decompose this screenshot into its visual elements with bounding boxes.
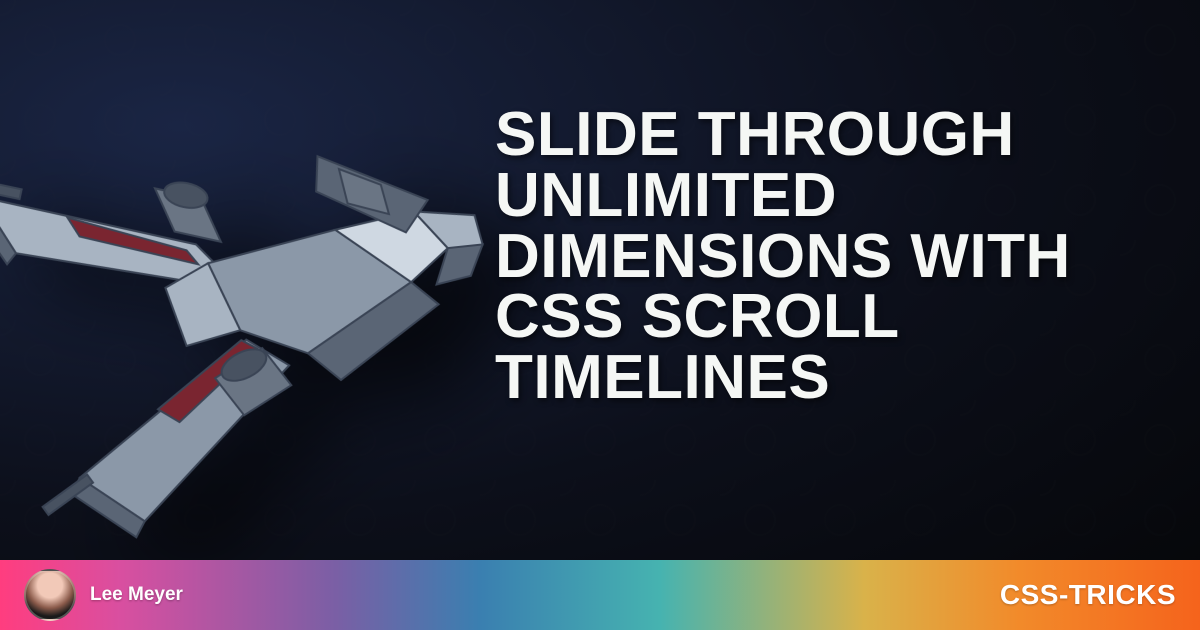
social-card: SLIDE THROUGH UNLIMITED DIMENSIONS WITH … xyxy=(0,0,1200,630)
site-brand: CSS-TRICKS xyxy=(1000,579,1176,611)
author-block: Lee Meyer xyxy=(24,569,183,621)
author-avatar xyxy=(24,569,76,621)
author-name: Lee Meyer xyxy=(90,584,183,606)
xwing-illustration xyxy=(0,4,525,556)
footer-bar: Lee Meyer CSS-TRICKS xyxy=(0,560,1200,630)
article-title: SLIDE THROUGH UNLIMITED DIMENSIONS WITH … xyxy=(495,105,1155,409)
